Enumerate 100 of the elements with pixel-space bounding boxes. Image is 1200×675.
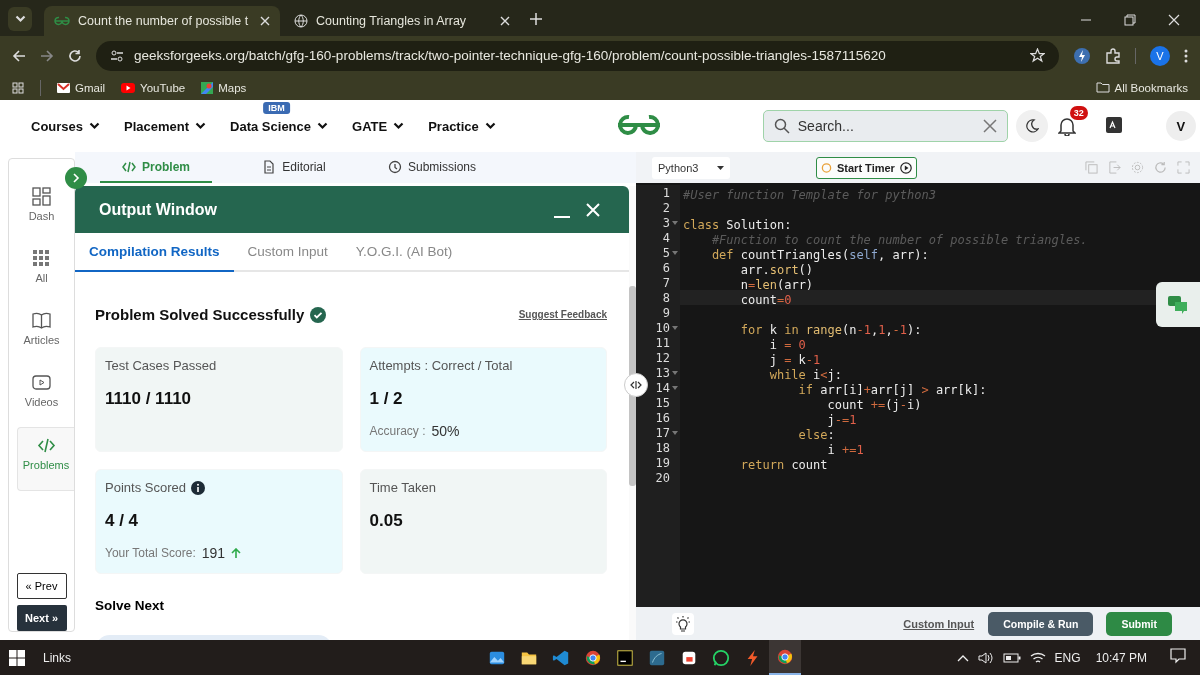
site-logo-icon bbox=[54, 16, 70, 26]
more-icon[interactable] bbox=[1184, 48, 1188, 63]
fold-arrow-icon[interactable] bbox=[672, 430, 678, 435]
info-icon[interactable] bbox=[190, 480, 205, 495]
custom-input-link[interactable]: Custom Input bbox=[903, 617, 975, 630]
output-tab[interactable]: Y.O.G.I. (AI Bot) bbox=[341, 233, 467, 272]
puzzle-icon[interactable] bbox=[1105, 47, 1121, 64]
chat-button[interactable] bbox=[1156, 282, 1200, 327]
start-timer-button[interactable]: Start Timer bbox=[816, 156, 917, 179]
submit-button[interactable]: Submit bbox=[1106, 611, 1172, 636]
problem-tab[interactable]: Problem bbox=[100, 152, 212, 183]
browser-icon[interactable] bbox=[584, 648, 602, 667]
code-line: return count bbox=[739, 458, 828, 473]
notifications-button[interactable]: 32 bbox=[1057, 105, 1088, 139]
code-editor-icon[interactable] bbox=[552, 648, 570, 667]
fold-arrow-icon[interactable] bbox=[672, 325, 678, 330]
grid-icon bbox=[32, 249, 51, 268]
close-icon[interactable] bbox=[500, 16, 510, 26]
notification-icon[interactable] bbox=[1170, 648, 1186, 664]
tab-list-button[interactable] bbox=[8, 7, 32, 31]
database-icon[interactable] bbox=[648, 648, 666, 667]
problem-tab[interactable]: Editorial bbox=[238, 152, 350, 183]
sidebar-item[interactable]: Problems bbox=[17, 427, 74, 491]
language-indicator[interactable]: ENG bbox=[1054, 650, 1081, 665]
line-number: 11 bbox=[655, 335, 670, 350]
stat-note-label: Your Total Score: bbox=[105, 546, 196, 560]
browser-icon[interactable] bbox=[776, 647, 794, 666]
line-number: 6 bbox=[662, 260, 670, 275]
nav-menu[interactable]: Placement bbox=[124, 118, 207, 134]
nav-menu[interactable]: Practice bbox=[428, 118, 496, 134]
nav-menu[interactable]: GATE bbox=[352, 118, 405, 134]
feedback-link[interactable]: Suggest Feedback bbox=[518, 309, 607, 320]
code-line: j = k-1 bbox=[768, 353, 821, 368]
clear-icon[interactable] bbox=[982, 119, 997, 133]
sidebar-item[interactable]: Articles bbox=[9, 303, 74, 365]
chevron-down-icon bbox=[317, 122, 328, 130]
close-icon[interactable] bbox=[260, 16, 270, 26]
chat-bubble-icon[interactable] bbox=[712, 648, 730, 667]
stat-label: Attempts : Correct / Total bbox=[369, 358, 513, 373]
close-icon[interactable] bbox=[1168, 14, 1180, 26]
browser-tab[interactable]: Count the number of possible t bbox=[44, 6, 280, 36]
scrollbar[interactable] bbox=[629, 286, 636, 486]
chevron-up-icon[interactable] bbox=[956, 653, 969, 662]
bookmarks-folder[interactable]: All Bookmarks bbox=[1095, 81, 1188, 94]
clock[interactable]: 10:47 PM bbox=[1095, 650, 1147, 665]
output-tab[interactable]: Custom Input bbox=[233, 233, 342, 272]
play-circle-icon bbox=[899, 161, 912, 174]
split-arrows-icon bbox=[629, 380, 643, 390]
fold-arrow-icon[interactable] bbox=[672, 370, 678, 375]
star-icon[interactable] bbox=[1030, 48, 1045, 63]
fold-arrow-icon[interactable] bbox=[672, 385, 678, 390]
forward-icon[interactable] bbox=[40, 48, 54, 63]
bookmark[interactable]: Maps bbox=[201, 81, 247, 94]
sidebar-item[interactable]: Videos bbox=[9, 365, 74, 427]
line-number: 2 bbox=[662, 200, 670, 215]
bookmark[interactable]: YouTube bbox=[121, 81, 186, 94]
ide-icon[interactable] bbox=[616, 648, 634, 667]
new-tab-icon[interactable] bbox=[530, 13, 542, 25]
compile-run-button[interactable]: Compile & Run bbox=[988, 611, 1094, 636]
code-icon bbox=[36, 436, 56, 455]
line-number: 14 bbox=[655, 380, 670, 395]
fold-arrow-icon[interactable] bbox=[672, 250, 678, 255]
sidebar-item[interactable]: All bbox=[9, 241, 74, 303]
sidebar-item[interactable]: Dash bbox=[9, 179, 74, 241]
alarm-icon bbox=[821, 162, 832, 173]
chevron-right-icon bbox=[71, 173, 81, 183]
mail-icon bbox=[57, 82, 70, 93]
theme-toggle[interactable] bbox=[1015, 110, 1048, 142]
stat-label: Test Cases Passed bbox=[105, 358, 217, 373]
fold-arrow-icon[interactable] bbox=[672, 220, 678, 225]
problem-tab[interactable]: Submissions bbox=[376, 152, 488, 183]
extension-badge-icon[interactable] bbox=[1073, 46, 1091, 65]
map-pin-icon bbox=[201, 81, 214, 94]
apps-grid-icon[interactable] bbox=[12, 81, 24, 94]
translate-icon[interactable] bbox=[1105, 116, 1122, 133]
dropdown-caret-icon bbox=[717, 165, 724, 170]
output-tab[interactable]: Compilation Results bbox=[75, 233, 234, 272]
reload-icon[interactable] bbox=[68, 48, 82, 63]
search-field[interactable]: Search... bbox=[762, 110, 1008, 142]
code-line: #User function Template for python3 bbox=[683, 188, 936, 203]
back-icon[interactable] bbox=[12, 48, 26, 63]
profile-avatar[interactable]: V bbox=[1150, 45, 1170, 66]
restore-icon[interactable] bbox=[1124, 14, 1136, 26]
line-number: 12 bbox=[655, 350, 670, 365]
browser-tab[interactable]: Counting Triangles in Array bbox=[284, 6, 520, 36]
bookmark[interactable]: Gmail bbox=[57, 81, 106, 94]
toolbar-label[interactable]: Links bbox=[43, 650, 71, 665]
battery-icon[interactable] bbox=[1002, 652, 1021, 663]
prev-button[interactable]: « Prev bbox=[16, 573, 67, 599]
code-line: #Function to count the number of possible triangles. bbox=[710, 233, 1088, 248]
hint-button[interactable] bbox=[672, 612, 694, 635]
windows-start-icon[interactable] bbox=[9, 649, 25, 666]
language-dropdown[interactable]: Python3 bbox=[652, 156, 730, 179]
address-bar[interactable]: geeksforgeeks.org/batch/gfg-160-problems/track/two-pointer-technique-gfg-160/problem/count-possible-triangles-1587115620 bbox=[96, 40, 1059, 71]
speaker-icon[interactable] bbox=[977, 650, 994, 665]
wifi-icon[interactable] bbox=[1029, 650, 1046, 665]
user-avatar[interactable]: V bbox=[1165, 111, 1196, 141]
expand-button[interactable] bbox=[65, 167, 87, 189]
next-button[interactable]: Next » bbox=[16, 605, 67, 631]
nav-menu[interactable]: Courses bbox=[31, 118, 101, 134]
